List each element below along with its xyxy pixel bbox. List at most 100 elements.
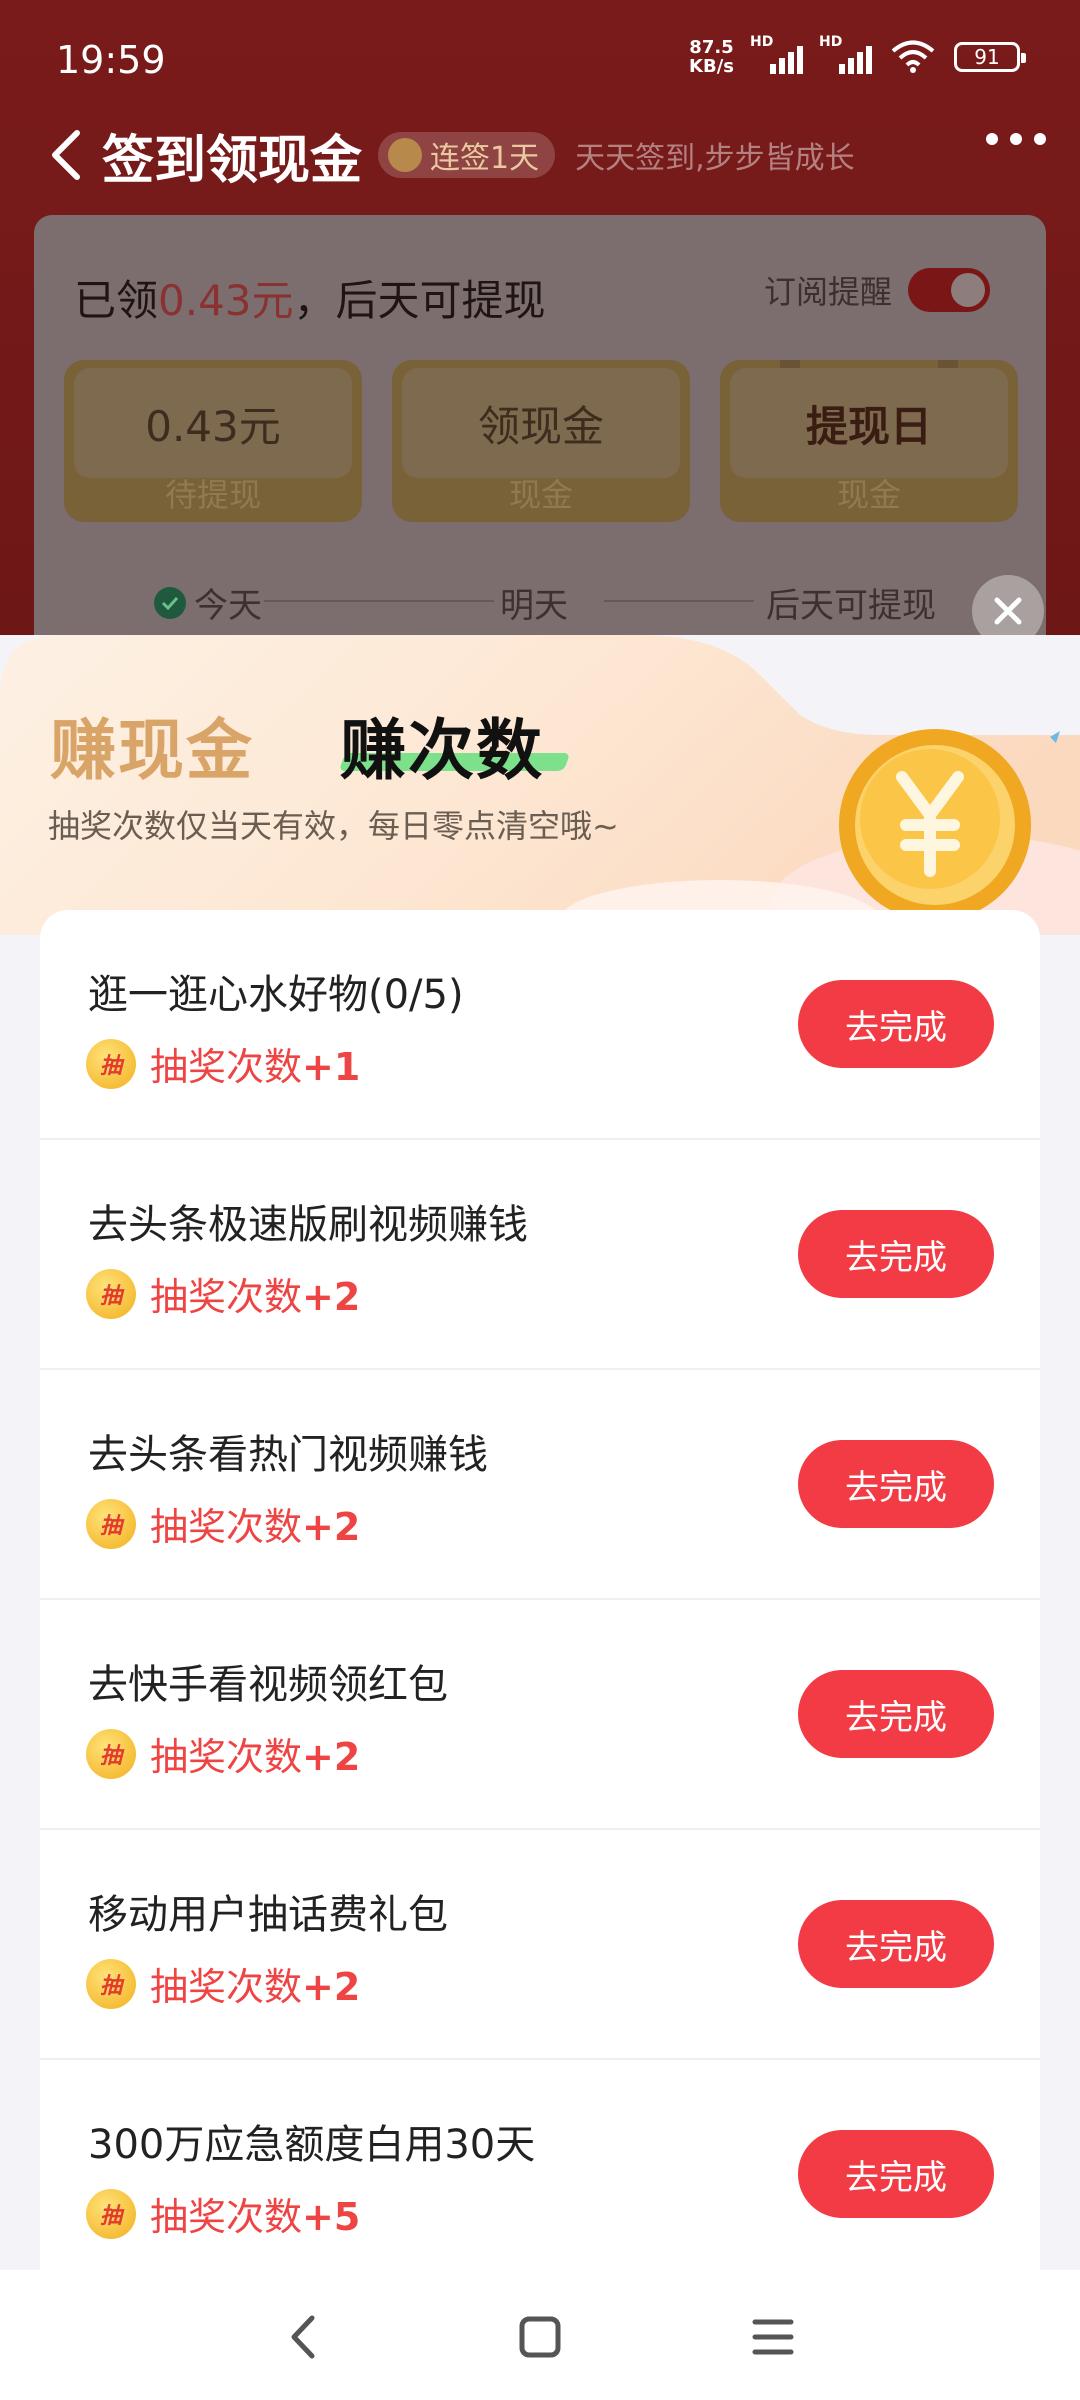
battery-level: 91 <box>974 45 1000 69</box>
sim1-hd-tag: HD <box>750 34 774 50</box>
reward-draw-icon: 抽 <box>86 1038 136 1089</box>
status-time: 19:59 <box>56 38 166 82</box>
reward-label: 抽奖次数 <box>150 1965 303 2009</box>
timeline-label: 明天 <box>500 586 568 626</box>
reward-text: 抽奖次数+1 <box>150 1036 360 1091</box>
reward-text: 抽奖次数+2 <box>150 1726 360 1781</box>
reward-value: +5 <box>302 2195 361 2239</box>
reward-label: 抽奖次数 <box>150 1045 303 1089</box>
nav-home-button[interactable] <box>505 2302 575 2372</box>
checkin-card: 已领0.43元，后天可提现 订阅提醒 0.43元 待提现 领现金 现金 提现日 … <box>34 215 1046 685</box>
reward-value: +2 <box>302 1965 361 2009</box>
task-sheet: 赚现金 赚次数 抽奖次数仅当天有效，每日零点清空哦~ 逛一逛心水好物(0/5) … <box>0 635 1080 2270</box>
reward-text: 抽奖次数+2 <box>150 1496 360 1551</box>
reward-draw-icon: 抽 <box>86 2188 136 2239</box>
checkin-timeline: 今天 明天 后天可提现 <box>34 570 1046 630</box>
task-item: 移动用户抽话费礼包 抽 抽奖次数+2 去完成 <box>40 1830 1040 2060</box>
box-label: 现金 <box>508 476 573 514</box>
streak-icon <box>388 138 423 172</box>
box-value: 提现日 <box>730 368 1008 478</box>
page-title: 签到领现金 <box>102 130 363 191</box>
tab-earn-draws[interactable]: 赚次数 <box>340 697 544 793</box>
tab-earn-cash[interactable]: 赚现金 <box>50 697 254 793</box>
coin-yen-icon <box>839 729 1060 915</box>
reward-box-pending: 0.43元 待提现 <box>64 360 362 522</box>
check-icon <box>154 586 186 619</box>
wifi-icon <box>891 40 935 73</box>
title-bar: 签到领现金 连签1天 天天签到,步步皆成长 <box>0 115 1080 195</box>
header-slogan: 天天签到,步步皆成长 <box>575 141 855 176</box>
task-reward: 抽 抽奖次数+2 <box>86 1266 360 1321</box>
task-title: 逛一逛心水好物(0/5) <box>88 972 464 1018</box>
reward-text: 抽奖次数+5 <box>150 2186 360 2241</box>
timeline-tomorrow: 明天 <box>500 578 568 627</box>
signal-sim1-icon: HD <box>750 34 803 74</box>
task-reward: 抽 抽奖次数+1 <box>86 1036 360 1091</box>
task-item: 去快手看视频领红包 抽 抽奖次数+2 去完成 <box>40 1600 1040 1830</box>
task-list: 逛一逛心水好物(0/5) 抽 抽奖次数+1 去完成 去头条极速版刷视频赚钱 抽 … <box>40 910 1040 2270</box>
nav-back-icon <box>291 2315 315 2359</box>
subscribe-toggle[interactable] <box>908 268 990 312</box>
reward-value: +2 <box>302 1735 361 1779</box>
checkin-summary: 已领0.43元，后天可提现 <box>74 267 546 328</box>
reward-text: 抽奖次数+2 <box>150 1956 360 2011</box>
task-title: 去头条极速版刷视频赚钱 <box>88 1202 528 1248</box>
streak-text: 连签1天 <box>430 141 540 176</box>
summary-amount: 0.43元 <box>158 276 294 325</box>
status-bar: 19:59 87.5 KB/s HD HD 91 <box>0 0 1080 120</box>
nav-menu-button[interactable] <box>738 2302 808 2372</box>
go-complete-button[interactable]: 去完成 <box>798 1900 994 1988</box>
net-speed-value: 87.5 <box>689 37 734 58</box>
timeline-line <box>264 600 494 602</box>
sheet-note: 抽奖次数仅当天有效，每日零点清空哦~ <box>48 807 619 845</box>
go-complete-button[interactable]: 去完成 <box>798 2130 994 2218</box>
task-title: 去头条看热门视频赚钱 <box>88 1432 488 1478</box>
streak-badge: 连签1天 <box>378 132 556 178</box>
timeline-label: 后天可提现 <box>766 586 936 626</box>
reward-draw-icon: 抽 <box>86 1268 136 1319</box>
battery-icon: 91 <box>954 42 1026 72</box>
subscribe-reminder: 订阅提醒 <box>764 267 990 313</box>
more-dots-icon[interactable] <box>986 133 1046 145</box>
back-arrow-icon <box>52 130 80 180</box>
reward-draw-icon: 抽 <box>86 1728 136 1779</box>
timeline-today: 今天 <box>154 578 262 627</box>
back-button[interactable] <box>36 125 96 185</box>
task-reward: 抽 抽奖次数+2 <box>86 1956 360 2011</box>
status-icons: 87.5 KB/s HD HD 91 <box>689 34 1026 76</box>
reward-draw-icon: 抽 <box>86 1958 136 2009</box>
reward-value: +2 <box>302 1505 361 1549</box>
box-value: 0.43元 <box>74 368 352 478</box>
signal-sim2-icon: HD <box>819 34 872 74</box>
reward-value: +1 <box>302 1045 361 1089</box>
timeline-day-after: 后天可提现 <box>766 578 936 627</box>
task-item: 去头条看热门视频赚钱 抽 抽奖次数+2 去完成 <box>40 1370 1040 1600</box>
nav-home-icon <box>519 2316 561 2358</box>
go-complete-button[interactable]: 去完成 <box>798 1210 994 1298</box>
summary-suffix: ，后天可提现 <box>293 276 546 325</box>
net-speed-unit: KB/s <box>689 56 734 77</box>
task-title: 300万应急额度白用30天 <box>88 2122 536 2168</box>
reward-box-withdraw-day: 提现日 现金 <box>720 360 1018 522</box>
task-title: 去快手看视频领红包 <box>88 1662 448 1708</box>
network-speed: 87.5 KB/s <box>689 38 734 76</box>
reward-label: 抽奖次数 <box>150 1275 303 1319</box>
nav-menu-icon <box>752 2319 794 2355</box>
timeline-label: 今天 <box>194 586 262 626</box>
reward-label: 抽奖次数 <box>150 2195 303 2239</box>
task-reward: 抽 抽奖次数+2 <box>86 1726 360 1781</box>
reward-boxes: 0.43元 待提现 领现金 现金 提现日 现金 <box>64 360 1018 522</box>
nav-back-button[interactable] <box>268 2302 338 2372</box>
task-item: 逛一逛心水好物(0/5) 抽 抽奖次数+1 去完成 <box>40 910 1040 1140</box>
sim2-hd-tag: HD <box>819 34 843 50</box>
subscribe-label: 订阅提醒 <box>763 273 892 311</box>
task-title: 移动用户抽话费礼包 <box>88 1892 448 1938</box>
reward-label: 抽奖次数 <box>150 1505 303 1549</box>
go-complete-button[interactable]: 去完成 <box>798 1440 994 1528</box>
task-item: 300万应急额度白用30天 抽 抽奖次数+5 去完成 <box>40 2060 1040 2270</box>
go-complete-button[interactable]: 去完成 <box>798 980 994 1068</box>
reward-label: 抽奖次数 <box>150 1735 303 1779</box>
go-complete-button[interactable]: 去完成 <box>798 1670 994 1758</box>
box-label: 现金 <box>836 476 901 514</box>
timeline-line <box>604 600 754 602</box>
